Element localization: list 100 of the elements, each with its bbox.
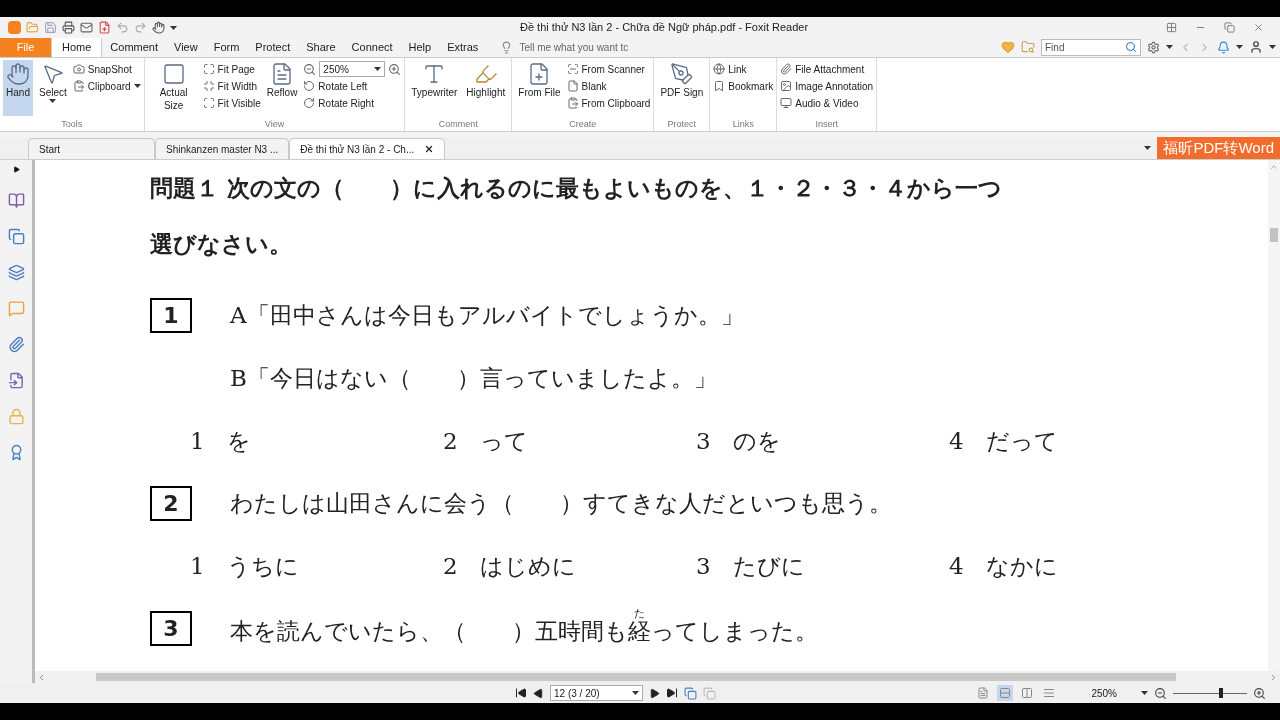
- option-text: なかに: [985, 551, 1058, 581]
- ribbon-item[interactable]: Fit Width: [202, 78, 261, 94]
- document-tab[interactable]: Đề thi thử N3 lần 2 - Ch...: [289, 138, 446, 159]
- expand-panel-icon[interactable]: [12, 166, 20, 173]
- vertical-scrollbar[interactable]: [1268, 160, 1280, 671]
- ribbon-item[interactable]: File Attachment: [780, 61, 874, 77]
- zoom-in-icon[interactable]: [388, 62, 402, 76]
- heart-icon[interactable]: [1001, 40, 1015, 54]
- menu-tab[interactable]: Connect: [343, 37, 401, 57]
- document-tab[interactable]: Start: [28, 138, 155, 159]
- ribbon-button[interactable]: Hand: [3, 60, 33, 116]
- attachment-icon[interactable]: [7, 336, 25, 353]
- menu-tab[interactable]: Home: [51, 37, 103, 57]
- ribbon-button[interactable]: Highlight: [463, 60, 509, 116]
- ribbon-item[interactable]: Bookmark: [713, 78, 774, 94]
- item-icon: [72, 63, 85, 75]
- ribbon-item[interactable]: Rotate Left: [303, 78, 402, 94]
- zoom-in-icon[interactable]: [1253, 686, 1266, 700]
- ribbon-item[interactable]: From Scanner: [566, 61, 651, 77]
- option-number: 1: [190, 426, 205, 456]
- view-mode-button[interactable]: [997, 685, 1014, 701]
- pages-icon[interactable]: [7, 228, 25, 245]
- menu-tab[interactable]: View: [166, 37, 206, 57]
- zoom-out-icon[interactable]: [303, 62, 317, 76]
- document-tab[interactable]: Shinkanzen master N3 ...: [155, 138, 290, 159]
- option-text: って: [479, 426, 528, 456]
- close-icon[interactable]: [1253, 22, 1264, 33]
- page-number-field[interactable]: 12 (3 / 20): [550, 685, 643, 701]
- tool-icon: [161, 62, 186, 86]
- hand-icon[interactable]: [152, 21, 165, 34]
- find-input[interactable]: Find: [1045, 39, 1125, 55]
- settings-icon[interactable]: [1147, 40, 1160, 54]
- group-label: Protect: [666, 118, 698, 131]
- signature-icon[interactable]: [7, 372, 25, 389]
- ribbon-item[interactable]: Fit Visible: [202, 95, 261, 111]
- ribbon-button[interactable]: From File: [515, 60, 564, 116]
- menu-tab[interactable]: Share: [298, 37, 344, 57]
- option-number: 4: [949, 426, 964, 456]
- menu-tab[interactable]: Extras: [439, 37, 487, 57]
- ribbon-button[interactable]: PDF Sign: [657, 60, 707, 116]
- caret-icon: [1269, 45, 1276, 49]
- layers-icon[interactable]: [7, 264, 25, 281]
- ribbon-item[interactable]: Image Annotation: [780, 78, 874, 94]
- item-icon: [566, 97, 579, 109]
- ribbon-item[interactable]: Clipboard: [72, 78, 141, 94]
- item-icon: [303, 97, 316, 109]
- tab-list-caret-icon: [1144, 146, 1152, 150]
- close-tab-icon[interactable]: [424, 144, 435, 154]
- find-field[interactable]: Find: [1041, 38, 1141, 56]
- scrollbar-thumb[interactable]: [1270, 228, 1278, 242]
- zoom-out-icon[interactable]: [1154, 686, 1167, 700]
- ribbon-item[interactable]: Fit Page: [202, 61, 261, 77]
- comment-icon[interactable]: [7, 300, 25, 317]
- save-icon[interactable]: [44, 21, 57, 34]
- ribbon-item[interactable]: Audio & Video: [780, 95, 874, 111]
- print-icon[interactable]: [62, 21, 75, 34]
- option-text: はじめに: [479, 551, 576, 581]
- ribbon-item[interactable]: Blank: [566, 78, 651, 94]
- next-page-icon[interactable]: [649, 687, 660, 699]
- zoom-combo[interactable]: 250%: [319, 61, 386, 77]
- fullscreen-icon[interactable]: [1166, 22, 1177, 33]
- redo-icon[interactable]: [134, 21, 147, 34]
- menu-tab[interactable]: Protect: [247, 37, 299, 57]
- previous-view-icon[interactable]: [684, 686, 697, 700]
- user-icon[interactable]: [1249, 40, 1263, 54]
- ribbon-item[interactable]: From Clipboard: [566, 95, 651, 111]
- first-page-icon[interactable]: [515, 687, 527, 699]
- ribbon-button[interactable]: Actual Size: [147, 60, 200, 116]
- tell-me-field[interactable]: Tell me what you want tc: [519, 39, 650, 55]
- ribbon-item[interactable]: Link: [713, 61, 774, 77]
- scroll-left-icon[interactable]: [37, 672, 46, 682]
- menu-tab[interactable]: Comment: [102, 37, 167, 57]
- undo-icon[interactable]: [116, 21, 129, 34]
- scroll-right-icon[interactable]: [1269, 672, 1278, 682]
- menu-tab[interactable]: Help: [400, 37, 440, 57]
- email-icon[interactable]: [80, 21, 93, 34]
- question-text: わたしは山田さんに会う（ ）すてきな人だといつも思う。: [230, 489, 892, 519]
- group-label: Links: [731, 118, 755, 131]
- ribbon-button[interactable]: Select: [36, 60, 70, 116]
- ribbon-button[interactable]: Typewriter: [408, 60, 461, 116]
- last-page-icon[interactable]: [666, 687, 678, 699]
- page-icon[interactable]: [7, 192, 25, 209]
- open-icon[interactable]: [26, 21, 39, 34]
- option-text: たびに: [732, 551, 805, 581]
- folder-search-icon[interactable]: [1021, 40, 1035, 54]
- zoom-slider-thumb[interactable]: [1219, 688, 1224, 698]
- ribbon-item[interactable]: Rotate Right: [303, 95, 402, 111]
- restore-icon[interactable]: [1224, 22, 1235, 33]
- menu-tab[interactable]: Form: [205, 37, 248, 57]
- app-logo-icon[interactable]: [8, 21, 21, 34]
- bell-icon[interactable]: [1217, 40, 1230, 54]
- previous-page-icon[interactable]: [533, 687, 544, 699]
- new-file-icon[interactable]: [98, 21, 111, 34]
- item-icon: [566, 80, 579, 92]
- tool-icon: [6, 62, 30, 86]
- ribbon-item[interactable]: SnapShot: [72, 61, 141, 77]
- search-icon[interactable]: [1125, 41, 1137, 53]
- item-icon: [202, 97, 215, 109]
- ribbon-button[interactable]: Reflow: [263, 60, 301, 116]
- horizontal-scrollbar[interactable]: [35, 671, 1280, 683]
